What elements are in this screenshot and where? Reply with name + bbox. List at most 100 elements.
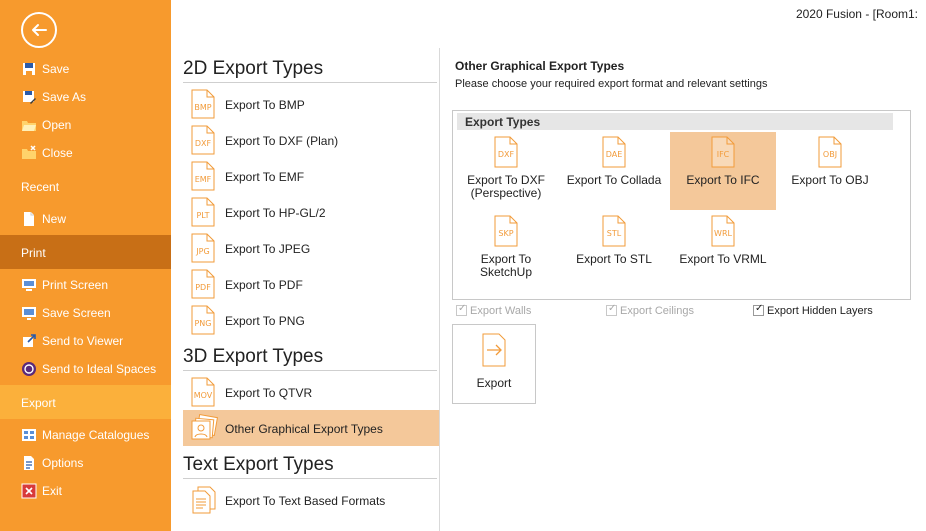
svg-text:PNG: PNG <box>194 319 211 328</box>
sidebar-item-label: Send to Viewer <box>42 334 124 348</box>
sidebar-item-label: Manage Catalogues <box>42 428 150 442</box>
sidebar-item-label: Save As <box>42 90 87 104</box>
panel-divider <box>439 48 440 531</box>
sidebar-item-options[interactable]: Options <box>0 450 171 476</box>
sidebar-item-send-to-ideal-spaces[interactable]: Send to Ideal Spaces <box>0 356 171 382</box>
svg-text:EMF: EMF <box>195 175 212 184</box>
svg-text:BMP: BMP <box>194 103 211 112</box>
export-item-other-graphical[interactable]: Other Graphical Export Types <box>183 410 439 446</box>
export-item-label: Export To Text Based Formats <box>225 494 386 508</box>
export-type-stl[interactable]: STL Export To STL <box>561 211 667 289</box>
export-item-dxf-plan[interactable]: DXF Export To DXF (Plan) <box>183 122 439 158</box>
sidebar-item-new[interactable]: New <box>0 206 171 232</box>
file-jpg-icon: JPG <box>191 233 215 263</box>
export-type-label: Export To DXF (Perspective) <box>467 173 545 200</box>
checkbox-box <box>456 303 467 316</box>
sidebar-section-recent[interactable]: Recent <box>0 169 171 203</box>
svg-text:DAE: DAE <box>606 150 623 159</box>
file-dae-icon: DAE <box>602 136 626 168</box>
panel-subtitle: Please choose your required export forma… <box>455 78 768 90</box>
folder-open-icon <box>22 121 36 131</box>
export-item-label: Export To EMF <box>225 170 305 184</box>
export-icon <box>482 333 506 367</box>
sidebar-item-manage-catalogues[interactable]: Manage Catalogues <box>0 422 171 448</box>
export-button-label: Export <box>476 376 512 390</box>
group-heading-3d: 3D Export Types <box>183 346 324 367</box>
window-title: 2020 Fusion - [Room1: <box>795 7 918 21</box>
sidebar-item-save[interactable]: Save <box>0 56 171 82</box>
file-wrl-icon: WRL <box>711 215 735 247</box>
svg-text:SKP: SKP <box>498 229 513 238</box>
file-pdf-icon: PDF <box>191 269 215 299</box>
sidebar-item-send-to-viewer[interactable]: Send to Viewer <box>0 328 171 354</box>
export-type-collada[interactable]: DAE Export To Collada <box>561 132 667 210</box>
export-item-label: Export To PDF <box>225 278 303 292</box>
export-types-header-label: Export Types <box>465 115 541 129</box>
sidebar-item-save-screen[interactable]: Save Screen <box>0 300 171 326</box>
sidebar-item-exit[interactable]: Exit <box>0 478 171 504</box>
export-item-label: Export To JPEG <box>225 242 311 256</box>
backstage-sidebar: Save Save As Open Close Recent New Print… <box>0 0 171 531</box>
file-skp-icon: SKP <box>494 215 518 247</box>
export-types-box: Export Types DXF Export To DXF (Perspect… <box>452 110 911 300</box>
svg-text:DXF: DXF <box>195 139 212 148</box>
text-documents-icon <box>192 486 216 514</box>
folder-close-icon <box>22 145 36 159</box>
exit-icon <box>21 483 37 499</box>
export-item-hpgl2[interactable]: PLT Export To HP-GL/2 <box>183 194 439 230</box>
group-heading-text: Text Export Types <box>183 454 334 475</box>
sidebar-item-open[interactable]: Open <box>0 112 171 138</box>
file-plt-icon: PLT <box>191 197 215 227</box>
file-bmp-icon: BMP <box>191 89 215 119</box>
svg-text:OBJ: OBJ <box>823 150 837 159</box>
export-type-vrml[interactable]: WRL Export To VRML <box>670 211 776 289</box>
svg-text:PLT: PLT <box>196 211 209 220</box>
export-item-jpeg[interactable]: JPG Export To JPEG <box>183 230 439 266</box>
export-type-sketchup[interactable]: SKP Export To SketchUp <box>453 211 559 289</box>
send-to-viewer-icon <box>23 334 36 347</box>
save-screen-icon <box>22 307 36 320</box>
sidebar-item-label: Close <box>42 146 73 160</box>
export-type-label: Export To Collada <box>566 173 662 187</box>
sidebar-item-label: New <box>42 212 67 226</box>
checkbox-label: Export Ceilings <box>620 305 694 317</box>
group-heading-2d: 2D Export Types <box>183 58 324 79</box>
export-item-emf[interactable]: EMF Export To EMF <box>183 158 439 194</box>
export-item-label: Export To DXF (Plan) <box>225 134 339 148</box>
sidebar-item-save-as[interactable]: Save As <box>0 84 171 110</box>
file-dxf-icon: DXF <box>191 125 215 155</box>
sidebar-item-label: Open <box>42 118 72 132</box>
export-button[interactable]: Export <box>452 324 536 404</box>
svg-text:PDF: PDF <box>195 283 211 292</box>
sidebar-item-print-screen[interactable]: Print Screen <box>0 272 171 298</box>
image-stack-icon <box>191 413 219 440</box>
sidebar-section-label: Recent <box>21 180 60 194</box>
sidebar-item-label: Save Screen <box>42 306 111 320</box>
svg-text:WRL: WRL <box>714 229 732 238</box>
export-item-bmp[interactable]: BMP Export To BMP <box>183 86 439 122</box>
sidebar-section-print[interactable]: Print <box>0 235 171 269</box>
export-type-dxf-perspective[interactable]: DXF Export To DXF (Perspective) <box>453 132 559 210</box>
checkbox-label: Export Hidden Layers <box>767 305 873 317</box>
divider <box>183 478 437 479</box>
sidebar-item-label: Options <box>42 456 84 470</box>
export-item-label: Export To QTVR <box>225 386 313 400</box>
export-type-label: Export To IFC <box>686 173 760 187</box>
svg-text:DXF: DXF <box>498 150 515 159</box>
back-button[interactable] <box>21 12 57 48</box>
export-item-label: Other Graphical Export Types <box>225 422 383 436</box>
export-item-png[interactable]: PNG Export To PNG <box>183 302 439 338</box>
svg-text:JPG: JPG <box>195 247 209 256</box>
sidebar-item-close[interactable]: Close <box>0 140 171 166</box>
export-type-ifc[interactable]: IFC Export To IFC <box>670 132 776 210</box>
divider <box>183 82 437 83</box>
export-item-label: Export To PNG <box>225 314 305 328</box>
export-type-label: Export To STL <box>576 252 652 266</box>
export-type-obj[interactable]: OBJ Export To OBJ <box>777 132 883 210</box>
sidebar-section-export[interactable]: Export <box>0 385 171 419</box>
export-item-qtvr[interactable]: MOV Export To QTVR <box>183 374 439 410</box>
export-item-text-formats[interactable]: Export To Text Based Formats <box>183 482 439 518</box>
export-item-pdf[interactable]: PDF Export To PDF <box>183 266 439 302</box>
checkbox-box <box>606 303 617 316</box>
svg-text:MOV: MOV <box>194 391 213 400</box>
